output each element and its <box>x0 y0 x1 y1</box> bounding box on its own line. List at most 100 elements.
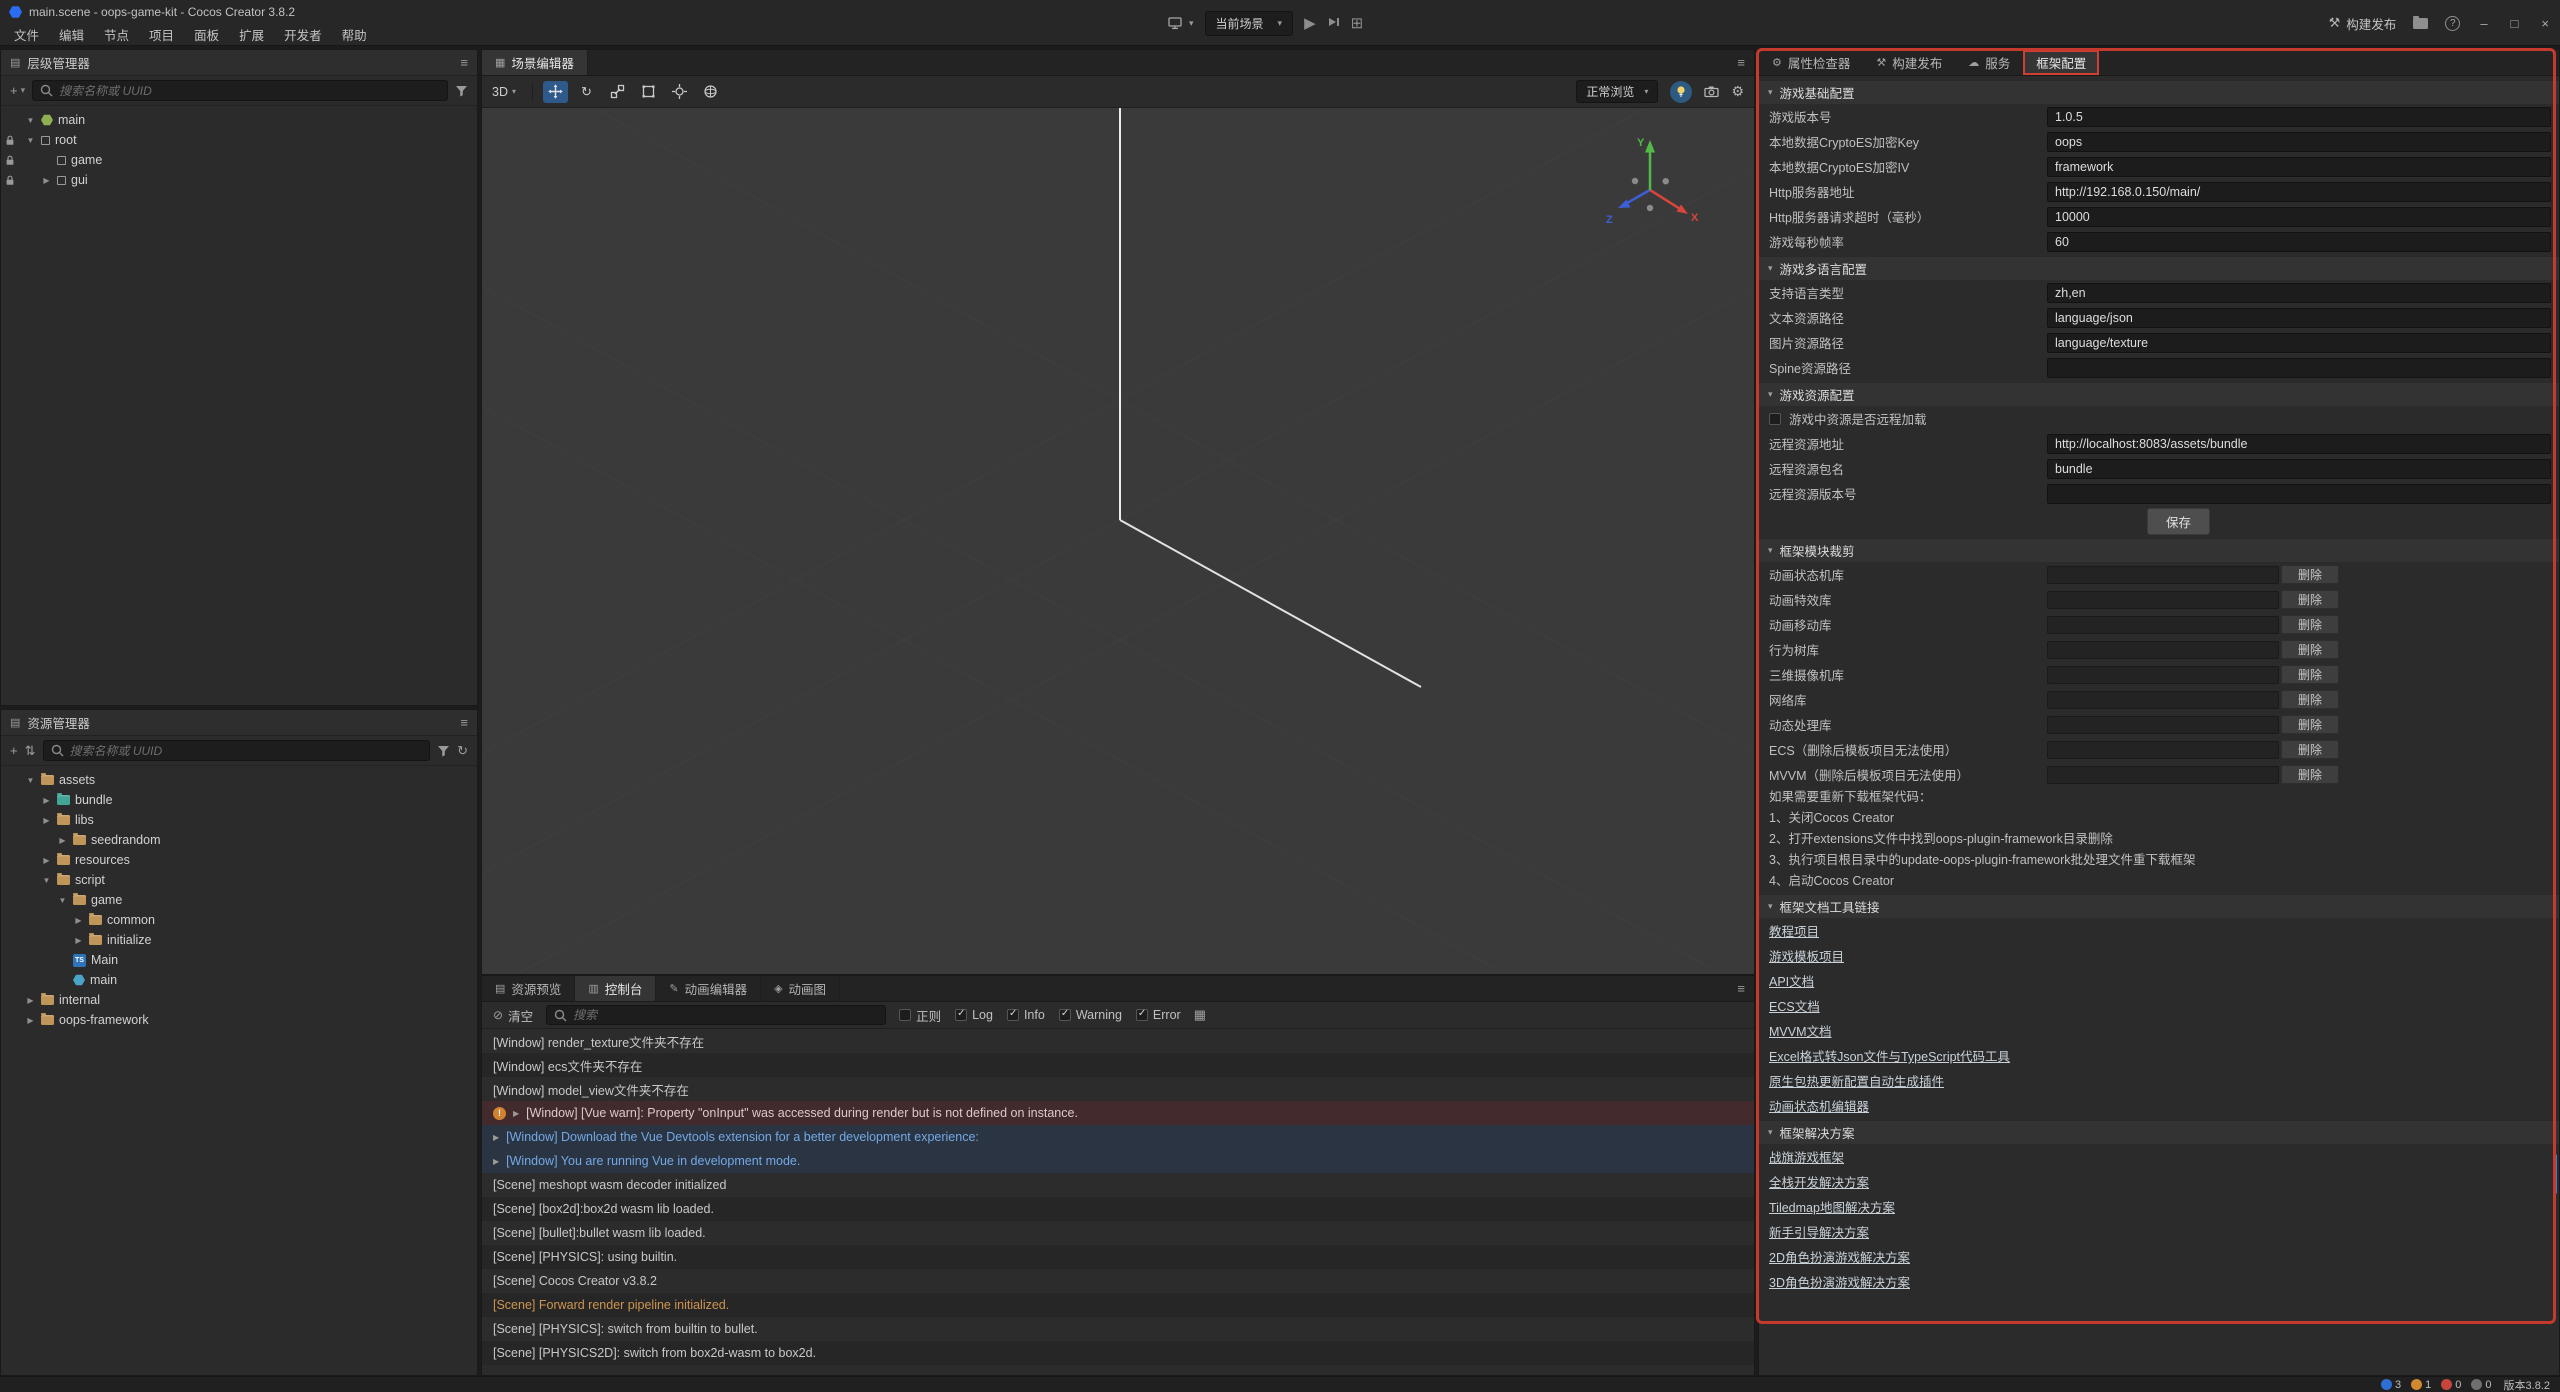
delete-module-button[interactable]: 删除 <box>2281 765 2339 784</box>
asset-node[interactable]: ▼ script <box>1 870 477 890</box>
config-input[interactable] <box>2047 434 2551 454</box>
step-button[interactable] <box>1327 15 1340 32</box>
delete-module-button[interactable]: 删除 <box>2281 740 2339 759</box>
build-publish-button[interactable]: ⚒ 构建发布 <box>2329 14 2397 33</box>
delete-module-button[interactable]: 删除 <box>2281 565 2339 584</box>
add-asset-button[interactable]: + <box>10 743 18 758</box>
filter-icon[interactable] <box>455 85 468 97</box>
console-options-icon[interactable]: ▦ <box>1194 1007 1206 1023</box>
camera-icon[interactable] <box>1704 85 1719 98</box>
lock-icon[interactable] <box>1 135 19 146</box>
hierarchy-node[interactable]: ▼ root <box>1 130 477 150</box>
expand-arrow-icon[interactable]: ▶ <box>493 1157 499 1166</box>
preview-platform-icon[interactable] <box>1168 16 1183 30</box>
log-row[interactable]: ▶ [Window] Download the Vue Devtools ext… <box>482 1125 1754 1149</box>
menu-item[interactable]: 开发者 <box>274 25 332 44</box>
panel-menu-icon[interactable]: ≡ <box>460 55 468 70</box>
menu-item[interactable]: 面板 <box>184 25 229 44</box>
panel-menu-icon[interactable]: ≡ <box>460 715 468 730</box>
expand-arrow-icon[interactable]: ▼ <box>25 136 36 145</box>
expand-arrow-icon[interactable]: ▼ <box>57 896 68 905</box>
log-row[interactable]: [Window] render_texture文件夹不存在 <box>482 1029 1754 1053</box>
view-mode-dropdown[interactable]: 正常浏览 ▾ <box>1576 80 1658 103</box>
expand-arrow-icon[interactable]: ▶ <box>73 936 84 945</box>
hierarchy-search[interactable] <box>32 80 448 101</box>
checkbox-icon[interactable] <box>899 1009 911 1021</box>
world-space-toggle[interactable] <box>698 81 723 103</box>
section-solutions[interactable]: ▾ 框架解决方案 <box>1759 1120 2559 1144</box>
scene-editor-tab[interactable]: ▦ 场景编辑器 <box>482 50 588 75</box>
assets-search[interactable] <box>43 740 431 761</box>
doc-link[interactable]: 动画状态机编辑器 <box>1769 1096 1869 1115</box>
expand-arrow-icon[interactable]: ▼ <box>25 776 36 785</box>
expand-arrow-icon[interactable]: ▶ <box>493 1133 499 1142</box>
asset-node[interactable]: ▼ assets <box>1 770 477 790</box>
assets-search-input[interactable] <box>70 741 423 760</box>
status-badge[interactable]: 3 <box>2381 1379 2401 1391</box>
checkbox-icon[interactable] <box>1136 1009 1148 1021</box>
log-row[interactable]: [Window] ecs文件夹不存在 <box>482 1053 1754 1077</box>
section-doc-links[interactable]: ▾ 框架文档工具链接 <box>1759 894 2559 918</box>
expand-arrow-icon[interactable]: ▶ <box>57 836 68 845</box>
config-input[interactable] <box>2047 459 2551 479</box>
help-icon[interactable]: ? <box>2445 16 2460 31</box>
delete-module-button[interactable]: 删除 <box>2281 590 2339 609</box>
menu-item[interactable]: 节点 <box>94 25 139 44</box>
lock-icon[interactable] <box>1 155 19 166</box>
pivot-tool-button[interactable] <box>667 81 692 103</box>
section-language-config[interactable]: ▾ 游戏多语言配置 <box>1759 256 2559 280</box>
console-search-input[interactable] <box>573 1006 878 1024</box>
platform-caret-icon[interactable]: ▾ <box>1189 18 1194 29</box>
doc-link[interactable]: 游戏模板项目 <box>1769 946 1844 965</box>
expand-arrow-icon[interactable]: ▶ <box>41 176 52 185</box>
panel-menu-icon[interactable]: ≡ <box>1737 981 1745 996</box>
add-node-button[interactable]: + <box>10 83 18 98</box>
hierarchy-node[interactable]: ▼ main <box>1 110 477 130</box>
asset-node[interactable]: TS Main <box>1 950 477 970</box>
delete-module-button[interactable]: 删除 <box>2281 690 2339 709</box>
scene-select-dropdown[interactable]: 当前场景 ▾ <box>1205 11 1294 36</box>
delete-module-button[interactable]: 删除 <box>2281 665 2339 684</box>
solution-link[interactable]: 2D角色扮演游戏解决方案 <box>1769 1247 1910 1266</box>
remote-load-checkbox-row[interactable]: 游戏中资源是否远程加载 <box>1759 406 2559 431</box>
asset-node[interactable]: ▶ common <box>1 910 477 930</box>
log-row[interactable]: [Window] model_view文件夹不存在 <box>482 1077 1754 1101</box>
console-filter[interactable]: Info <box>1007 1008 1045 1022</box>
log-row[interactable]: [Scene] [PHYSICS]: using builtin. <box>482 1245 1754 1269</box>
axis-gizmo[interactable]: Y X Z <box>1590 130 1710 250</box>
console-filter[interactable]: Warning <box>1059 1008 1122 1022</box>
inspector-tab[interactable]: ☁ 服务 <box>1955 50 2023 75</box>
checkbox-icon[interactable] <box>1007 1009 1019 1021</box>
rect-tool-button[interactable] <box>636 81 661 103</box>
menu-item[interactable]: 扩展 <box>229 25 274 44</box>
doc-link[interactable]: Excel格式转Json文件与TypeScript代码工具 <box>1769 1046 2010 1065</box>
move-tool-button[interactable] <box>543 81 568 103</box>
log-row[interactable]: [Scene] Forward render pipeline initiali… <box>482 1293 1754 1317</box>
delete-module-button[interactable]: 删除 <box>2281 715 2339 734</box>
asset-node[interactable]: ▶ internal <box>1 990 477 1010</box>
hierarchy-node[interactable]: ▶ gui <box>1 170 477 190</box>
sort-icon[interactable]: ⇅ <box>25 743 36 759</box>
filter-icon[interactable] <box>437 745 450 757</box>
doc-link[interactable]: ECS文档 <box>1769 996 1820 1015</box>
asset-node[interactable]: ▶ oops-framework <box>1 1010 477 1030</box>
doc-link[interactable]: API文档 <box>1769 971 1814 990</box>
checkbox-icon[interactable] <box>955 1009 967 1021</box>
solution-link[interactable]: Tiledmap地图解决方案 <box>1769 1197 1895 1216</box>
lock-icon[interactable] <box>1 175 19 186</box>
menu-item[interactable]: 项目 <box>139 25 184 44</box>
asset-node[interactable]: ▼ game <box>1 890 477 910</box>
play-button[interactable]: ▶ <box>1304 14 1316 32</box>
scrollbar-thumb[interactable] <box>2553 1154 2557 1194</box>
log-row[interactable]: [Scene] Cocos Creator v3.8.2 <box>482 1269 1754 1293</box>
expand-arrow-icon[interactable]: ▶ <box>513 1109 519 1118</box>
section-resource-config[interactable]: ▾ 游戏资源配置 <box>1759 382 2559 406</box>
mode-3d-toggle[interactable]: 3D ▾ <box>492 85 516 99</box>
hierarchy-node[interactable]: game <box>1 150 477 170</box>
asset-node[interactable]: ▶ bundle <box>1 790 477 810</box>
expand-arrow-icon[interactable]: ▶ <box>41 796 52 805</box>
clear-console-button[interactable]: ⊘ 清空 <box>493 1006 533 1025</box>
doc-link[interactable]: 教程项目 <box>1769 921 1819 940</box>
expand-arrow-icon[interactable]: ▶ <box>25 1016 36 1025</box>
menu-item[interactable]: 文件 <box>4 25 49 44</box>
